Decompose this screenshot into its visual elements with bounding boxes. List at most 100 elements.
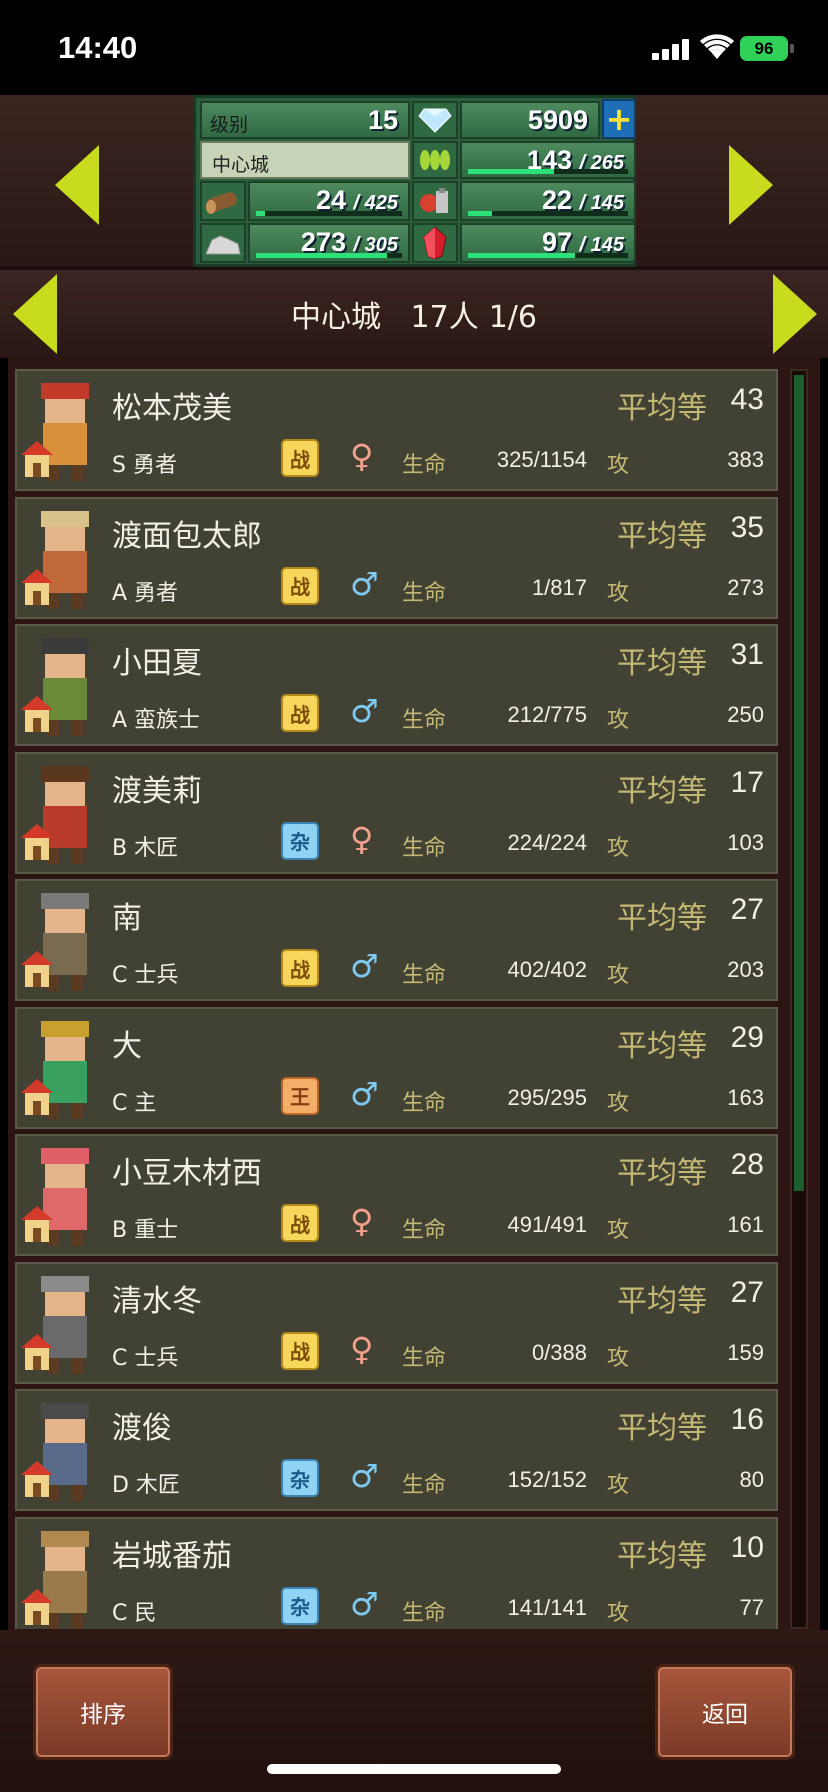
status-time: 14:40 bbox=[58, 30, 138, 65]
resident-level: 35 bbox=[730, 510, 764, 544]
cellular-signal-icon bbox=[652, 38, 690, 60]
gender-icon: ♀ bbox=[350, 819, 374, 858]
resident-grade: 平均等 bbox=[617, 773, 707, 809]
attack-value: 250 bbox=[727, 702, 764, 727]
next-town-button[interactable] bbox=[726, 143, 776, 227]
attack-value: 80 bbox=[739, 1467, 764, 1492]
diamond-icon bbox=[412, 101, 458, 139]
resident-job: B 重士 bbox=[112, 1218, 179, 1243]
resident-job: S 勇者 bbox=[112, 453, 177, 478]
resident-portrait-icon bbox=[21, 765, 89, 864]
resident-portrait-icon bbox=[21, 638, 89, 736]
attack-value: 159 bbox=[727, 1339, 764, 1365]
job-type-badge: 杂 bbox=[281, 821, 319, 860]
resident-portrait-icon bbox=[21, 1148, 89, 1246]
scrollbar-thumb[interactable] bbox=[794, 375, 804, 1191]
resident-grade: 平均等 bbox=[617, 1028, 707, 1064]
job-type-badge: 战 bbox=[281, 949, 319, 987]
scrollbar[interactable] bbox=[790, 369, 808, 1629]
resident-row[interactable]: 渡面包太郎 平均等 35 A 勇者 战 ♂ 生命 1/817 攻 273 bbox=[15, 496, 778, 619]
resident-level: 17 bbox=[730, 765, 764, 799]
next-page-button[interactable] bbox=[770, 272, 820, 356]
attack-label: 攻 bbox=[607, 1600, 630, 1626]
resident-name: 渡美莉 bbox=[112, 773, 202, 809]
gender-icon: ♂ bbox=[350, 1457, 379, 1495]
tools-cell: 22 / 145 bbox=[460, 181, 636, 221]
resident-name: 岩城番茄 bbox=[112, 1538, 232, 1574]
stone-cell: 273 / 305 bbox=[248, 223, 410, 263]
resident-row[interactable]: 大 平均等 29 C 主 王 ♂ 生命 295/295 攻 163 bbox=[15, 1006, 778, 1129]
wifi-icon bbox=[700, 34, 734, 59]
attack-label: 攻 bbox=[607, 708, 630, 733]
back-button[interactable]: 返回 bbox=[655, 1664, 795, 1760]
attack-value: 103 bbox=[727, 829, 764, 855]
hp-label: 生命 bbox=[402, 580, 447, 606]
resident-portrait-icon bbox=[21, 383, 89, 481]
job-type-badge: 战 bbox=[281, 1331, 319, 1370]
hp-value: 491/491 bbox=[507, 1212, 587, 1237]
resident-level: 29 bbox=[730, 1020, 764, 1054]
attack-value: 383 bbox=[727, 447, 764, 472]
status-bar: 14:40 96 bbox=[0, 0, 828, 95]
hp-value: 295/295 bbox=[507, 1084, 587, 1110]
hp-value: 325/1154 bbox=[496, 447, 587, 472]
resident-name: 小田夏 bbox=[112, 646, 202, 681]
job-type-badge: 杂 bbox=[281, 1459, 319, 1497]
job-type-badge: 战 bbox=[281, 1204, 319, 1242]
attack-label: 攻 bbox=[607, 963, 630, 988]
resident-grade: 平均等 bbox=[617, 1411, 707, 1446]
resident-row[interactable]: 渡美莉 平均等 17 B 木匠 杂 ♀ 生命 224/224 攻 103 bbox=[15, 751, 778, 874]
attack-label: 攻 bbox=[607, 1218, 630, 1243]
stone-icon bbox=[200, 223, 246, 263]
resident-row[interactable]: 小田夏 平均等 31 A 蛮族士 战 ♂ 生命 212/775 攻 250 bbox=[15, 624, 778, 746]
resident-job: A 勇者 bbox=[112, 580, 179, 606]
home-indicator[interactable] bbox=[267, 1764, 561, 1774]
hp-label: 生命 bbox=[402, 1600, 447, 1626]
resident-name: 渡面包太郎 bbox=[112, 518, 262, 554]
resident-row[interactable]: 松本茂美 平均等 43 S 勇者 战 ♀ 生命 325/1154 攻 383 bbox=[15, 369, 778, 491]
town-name-cell: 中心城 bbox=[200, 141, 410, 179]
resident-row[interactable]: 清水冬 平均等 27 C 士兵 战 ♀ 生命 0/388 攻 159 bbox=[15, 1261, 778, 1384]
resident-row[interactable]: 岩城番茄 平均等 10 C 民 杂 ♂ 生命 141/141 攻 77 bbox=[15, 1516, 778, 1629]
attack-label: 攻 bbox=[607, 453, 630, 478]
wood-icon bbox=[200, 181, 246, 221]
resident-row[interactable]: 南 平均等 27 C 士兵 战 ♂ 生命 402/402 攻 203 bbox=[15, 879, 778, 1001]
resident-job: A 蛮族士 bbox=[112, 708, 201, 733]
battery-icon: 96 bbox=[740, 36, 788, 61]
resident-list[interactable]: 松本茂美 平均等 43 S 勇者 战 ♀ 生命 325/1154 攻 383 渡… bbox=[15, 369, 778, 1629]
resident-job: C 主 bbox=[112, 1090, 157, 1116]
resident-name: 小豆木材西 bbox=[112, 1156, 262, 1191]
gender-icon: ♀ bbox=[350, 1202, 374, 1240]
hp-label: 生命 bbox=[402, 1090, 447, 1116]
resident-grade: 平均等 bbox=[617, 1156, 707, 1191]
gender-icon: ♂ bbox=[350, 1584, 379, 1623]
page-title: 中心城 17人 1/6 bbox=[0, 292, 828, 336]
town-name: 中心城 bbox=[212, 154, 270, 176]
attack-value: 163 bbox=[727, 1084, 764, 1110]
prev-town-button[interactable] bbox=[52, 143, 102, 227]
hp-value: 141/141 bbox=[507, 1594, 587, 1620]
resident-job: D 木匠 bbox=[112, 1473, 180, 1498]
resident-grade: 平均等 bbox=[617, 1538, 707, 1574]
resident-level: 27 bbox=[730, 1275, 764, 1309]
resident-portrait-icon bbox=[21, 1020, 89, 1119]
resident-grade: 平均等 bbox=[617, 646, 707, 681]
food-bar bbox=[468, 169, 628, 174]
hp-label: 生命 bbox=[402, 1345, 447, 1371]
resident-row[interactable]: 小豆木材西 平均等 28 B 重士 战 ♀ 生命 491/491 攻 161 bbox=[15, 1134, 778, 1256]
attack-value: 77 bbox=[739, 1594, 764, 1620]
resident-row[interactable]: 渡俊 平均等 16 D 木匠 杂 ♂ 生命 152/152 攻 80 bbox=[15, 1389, 778, 1511]
resident-name: 清水冬 bbox=[112, 1283, 202, 1319]
sort-button[interactable]: 排序 bbox=[33, 1664, 173, 1760]
wood-cell: 24 / 425 bbox=[248, 181, 410, 221]
arrow-right-icon bbox=[729, 145, 773, 225]
gender-icon: ♂ bbox=[350, 947, 379, 985]
gender-icon: ♀ bbox=[350, 1329, 374, 1368]
gender-icon: ♂ bbox=[350, 1074, 379, 1113]
resident-portrait-icon bbox=[21, 1530, 89, 1629]
resident-level: 10 bbox=[730, 1530, 764, 1564]
crystal-cell: 97 / 145 bbox=[460, 223, 636, 263]
hp-label: 生命 bbox=[402, 835, 447, 861]
add-gems-button[interactable]: + bbox=[602, 99, 636, 139]
attack-value: 161 bbox=[727, 1212, 764, 1237]
